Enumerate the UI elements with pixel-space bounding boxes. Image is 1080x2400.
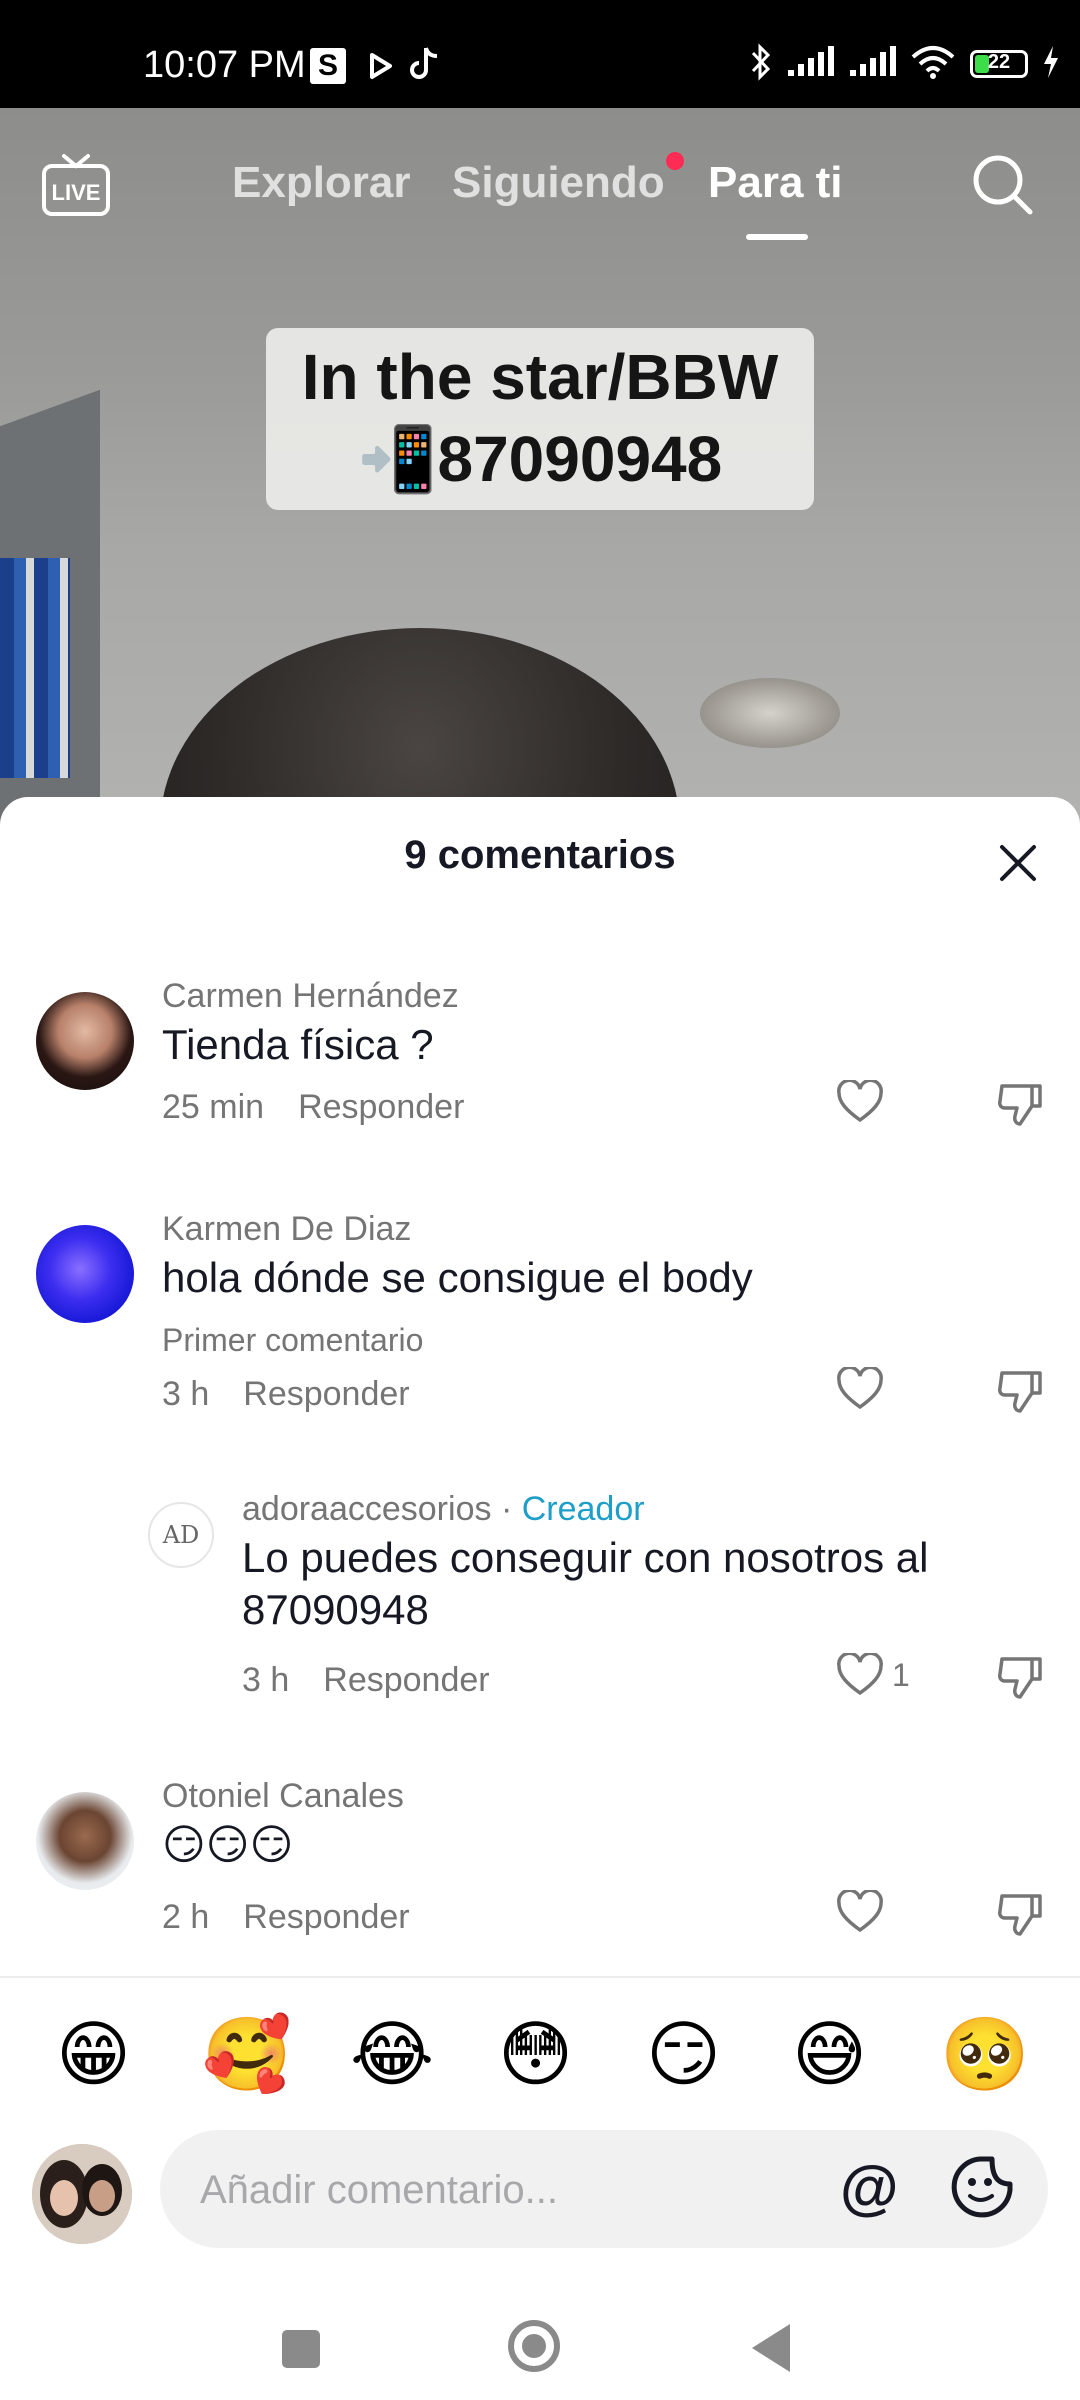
status-time: 10:07 PM xyxy=(143,44,306,86)
emoji-sticker-icon[interactable] xyxy=(950,2154,1016,2225)
comment-text: Tienda física ? xyxy=(162,1021,434,1068)
notification-dot xyxy=(666,152,684,170)
tab-para-ti[interactable]: Para ti xyxy=(708,158,843,208)
reply-button[interactable]: Responder xyxy=(298,1088,464,1126)
comment-text: hola dónde se consigue el body xyxy=(162,1254,753,1301)
caption-line-2: 📲87090948 xyxy=(357,423,723,495)
battery-level: 22 xyxy=(987,51,1011,73)
comment-input[interactable]: Añadir comentario... @ xyxy=(160,2130,1048,2248)
like-button[interactable]: 1 xyxy=(836,1653,910,1697)
comment-username[interactable]: Carmen Hernández xyxy=(162,977,459,1016)
dislike-icon[interactable] xyxy=(996,1890,1046,1943)
battery-icon: 22 xyxy=(970,50,1028,78)
avatar[interactable] xyxy=(36,1225,134,1323)
comment-time: 2 h xyxy=(162,1898,210,1936)
emoji-button[interactable]: 😁 xyxy=(56,2010,131,2100)
emoji-button[interactable]: 🥰 xyxy=(202,2010,292,2100)
comment-time: 25 min xyxy=(162,1088,265,1126)
user-avatar[interactable] xyxy=(32,2144,132,2244)
emoji-button[interactable]: 😅 xyxy=(792,2010,867,2100)
home-button[interactable] xyxy=(508,2320,560,2372)
heart-icon xyxy=(837,1890,883,1933)
back-button[interactable] xyxy=(752,2324,790,2372)
reply-button[interactable]: Responder xyxy=(243,1375,409,1413)
bluetooth-icon xyxy=(750,42,772,86)
comment-username[interactable]: adoraaccesorios · Creador xyxy=(242,1490,645,1529)
mention-icon[interactable]: @ xyxy=(840,2156,899,2220)
reply-button[interactable]: Responder xyxy=(243,1898,409,1936)
comment-text: Lo puedes conseguir con nosotros al 8709… xyxy=(242,1534,929,1633)
tab-siguiendo[interactable]: Siguiendo xyxy=(452,158,665,208)
recents-button[interactable] xyxy=(282,2330,320,2368)
emoji-button[interactable]: 😏 xyxy=(646,2010,721,2100)
comments-count-title: 9 comentarios xyxy=(404,833,676,877)
comment-meta: 25 min Responder xyxy=(162,1088,464,1127)
heart-icon xyxy=(837,1080,883,1123)
comment-time: 3 h xyxy=(162,1375,210,1413)
signal-icon-2 xyxy=(848,45,896,83)
background-books xyxy=(0,558,70,778)
play-icon xyxy=(368,52,394,85)
reply-button[interactable]: Responder xyxy=(323,1661,489,1699)
dislike-icon[interactable] xyxy=(996,1367,1046,1420)
creator-badge: Creador xyxy=(521,1490,645,1528)
divider xyxy=(0,1976,1080,1978)
tab-explorar[interactable]: Explorar xyxy=(232,158,411,208)
creator-username[interactable]: adoraaccesorios xyxy=(242,1490,491,1528)
comment-meta: 3 h Responder xyxy=(242,1661,490,1700)
dislike-icon[interactable] xyxy=(996,1080,1046,1133)
video-caption: In the star/BBW 📲87090948 xyxy=(266,328,814,510)
status-icons: 22 xyxy=(750,42,1060,86)
wifi-icon xyxy=(910,45,956,84)
avatar[interactable] xyxy=(36,1792,134,1890)
s-app-icon: S xyxy=(310,48,346,84)
heart-icon xyxy=(837,1653,883,1696)
search-icon[interactable] xyxy=(970,152,1036,223)
emoji-button[interactable]: 😂 xyxy=(350,2010,434,2100)
tiktok-icon xyxy=(410,46,440,87)
live-icon[interactable]: LIVE xyxy=(40,150,112,227)
quick-emoji-bar: 😁 🥰 😂 😳 😏 😅 🥺 xyxy=(0,2010,1080,2100)
first-comment-label: Primer comentario xyxy=(162,1322,424,1358)
emoji-button[interactable]: 😳 xyxy=(498,2010,573,2100)
emoji-button[interactable]: 🥺 xyxy=(940,2010,1030,2100)
like-button[interactable] xyxy=(836,1890,884,1934)
caption-line-1: In the star/BBW xyxy=(301,341,779,413)
dislike-icon[interactable] xyxy=(996,1653,1046,1706)
active-tab-indicator xyxy=(746,234,808,240)
comment-input-placeholder: Añadir comentario... xyxy=(200,2168,558,2212)
system-nav-bar xyxy=(0,2280,1080,2400)
avatar[interactable]: AD xyxy=(148,1502,214,1568)
status-bar: 10:07 PM S 22 xyxy=(0,0,1080,108)
comment-time: 3 h xyxy=(242,1661,290,1699)
heart-icon xyxy=(837,1367,883,1410)
avatar[interactable] xyxy=(36,992,134,1090)
like-button[interactable] xyxy=(836,1080,884,1124)
comment-meta: 2 h Responder xyxy=(162,1898,410,1937)
comment-username[interactable]: Otoniel Canales xyxy=(162,1777,404,1816)
like-button[interactable] xyxy=(836,1367,884,1411)
comment-username[interactable]: Karmen De Diaz xyxy=(162,1210,411,1249)
svg-text:LIVE: LIVE xyxy=(52,180,101,205)
comment-text: 😏😏😏 xyxy=(162,1821,294,1868)
separator-dot: · xyxy=(500,1490,513,1528)
signal-icon xyxy=(786,45,834,83)
charging-icon xyxy=(1042,45,1060,83)
close-icon[interactable] xyxy=(996,841,1040,890)
ceiling-lamp xyxy=(700,678,840,748)
comment-meta: 3 h Responder xyxy=(162,1375,410,1414)
like-count: 1 xyxy=(892,1656,910,1693)
